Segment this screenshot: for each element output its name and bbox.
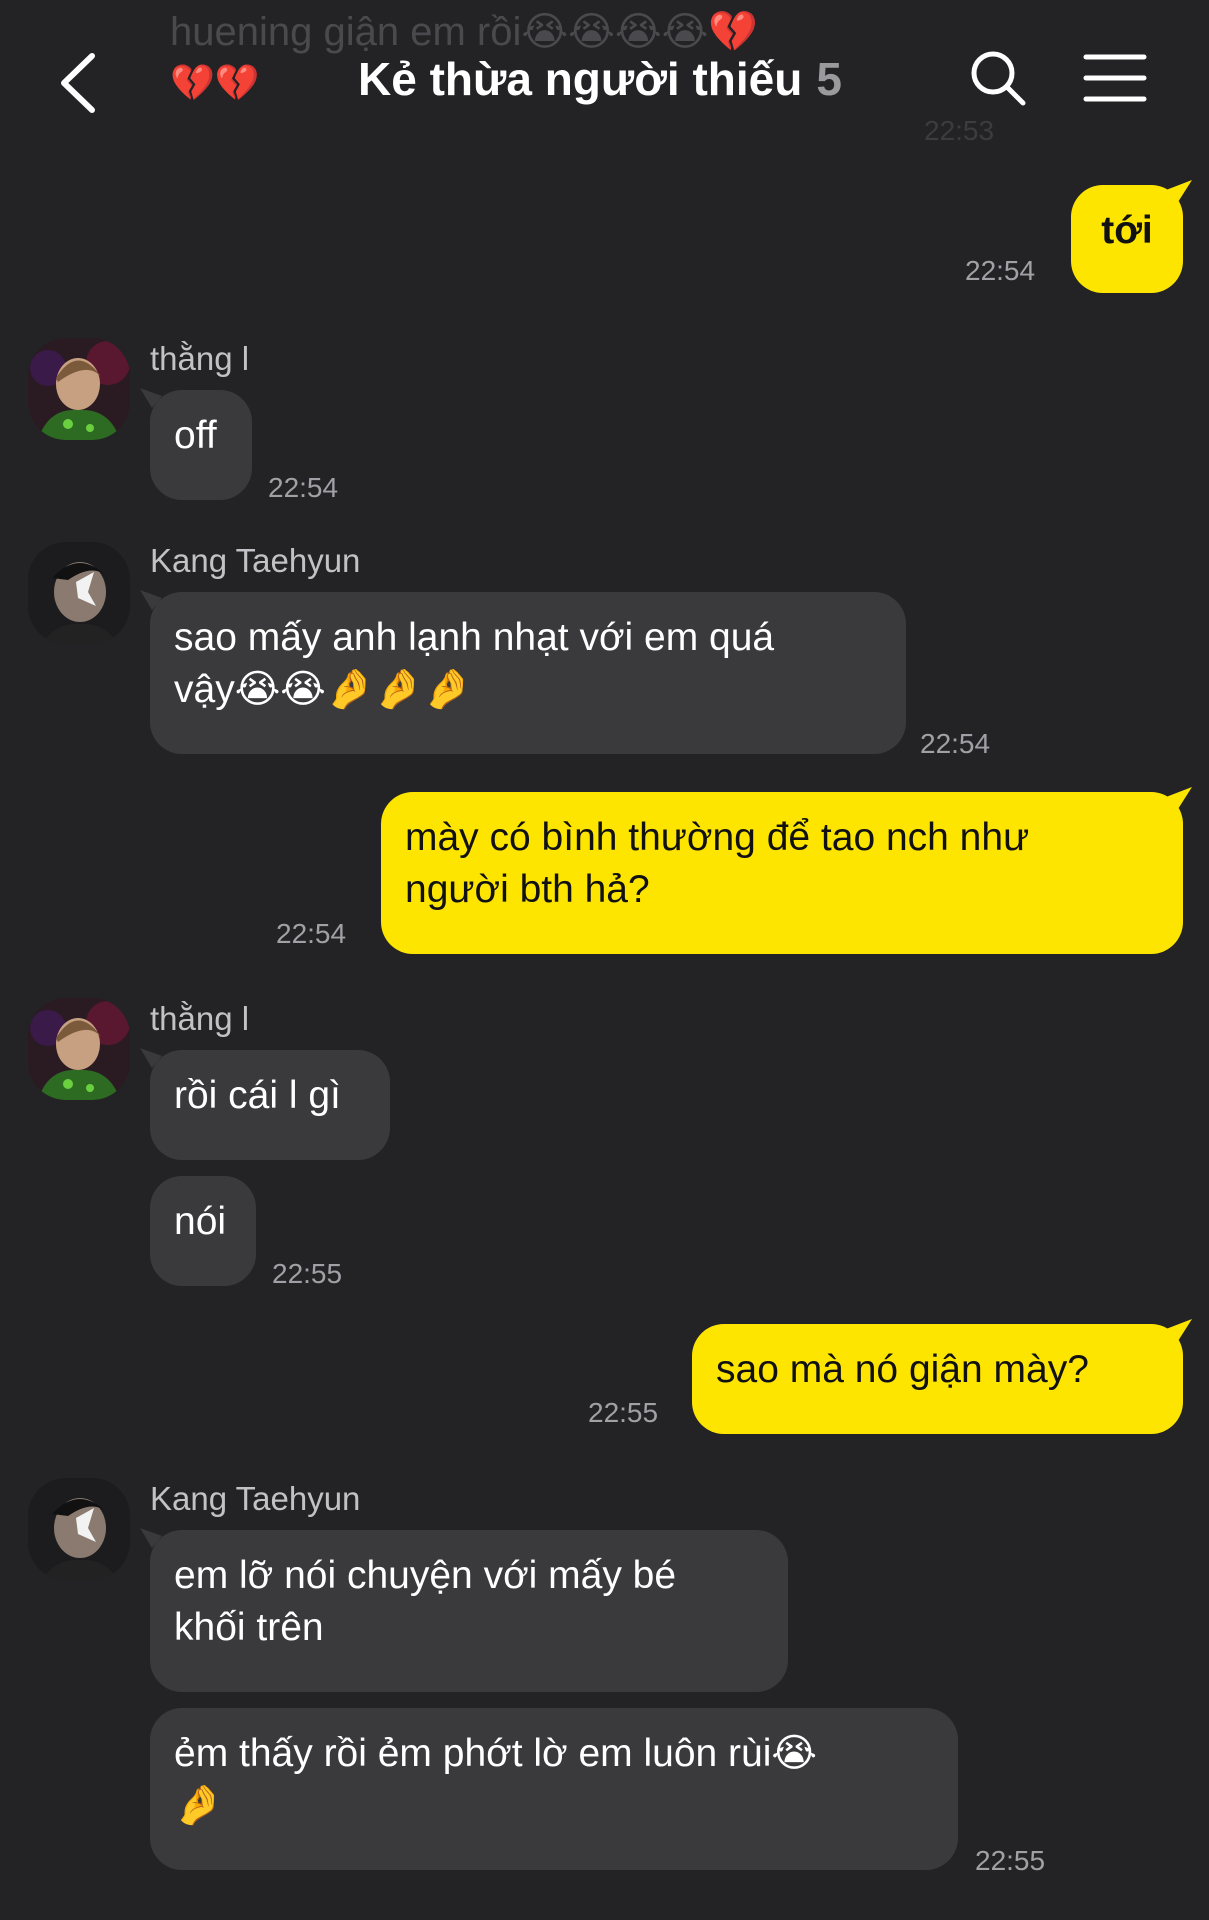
message-time: 22:54 — [920, 728, 991, 759]
message-text: rồi cái l gì — [174, 1074, 341, 1117]
outgoing-message-bubble[interactable]: sao mà nó giận mày? — [692, 1324, 1183, 1434]
message-text: sao mà nó giận mày? — [716, 1348, 1089, 1391]
bubble-tail-icon — [1166, 180, 1192, 202]
avatar[interactable] — [28, 1478, 130, 1580]
message-text: tới — [1101, 209, 1153, 252]
incoming-message-bubble[interactable]: em lỡ nói chuyện với mấy bé khối trên — [150, 1530, 788, 1692]
member-count: 5 — [816, 53, 842, 105]
sender-name: thằng l — [150, 1000, 250, 1037]
incoming-message-bubble[interactable]: off — [150, 390, 252, 500]
incoming-message-bubble[interactable]: nói — [150, 1176, 256, 1286]
hamburger-menu-icon — [1083, 54, 1147, 102]
outgoing-message-bubble[interactable]: mày có bình thường để tao nch như người … — [381, 792, 1183, 954]
avatar-image — [28, 542, 130, 644]
avatar[interactable] — [28, 998, 130, 1100]
message-time: 22:54 — [276, 918, 347, 949]
message-text-line: sao mấy anh lạnh nhạt với em quá — [174, 616, 775, 659]
back-button[interactable] — [52, 48, 112, 118]
chat-title: Kẻ thừa người thiếu 5 — [300, 52, 900, 112]
message-text: nói — [174, 1200, 227, 1243]
group-name: Kẻ thừa người thiếu — [358, 53, 803, 105]
bubble-tail-icon — [140, 388, 162, 408]
bubble-tail-icon — [140, 1048, 162, 1068]
incoming-message-bubble[interactable]: sao mấy anh lạnh nhạt với em quá vậy😭😭🤌🤌… — [150, 592, 906, 754]
message-text-line: người bth hả? — [405, 868, 650, 911]
incoming-message-bubble[interactable]: rồi cái l gì — [150, 1050, 390, 1160]
chevron-left-icon — [61, 53, 95, 113]
message-time: 22:55 — [975, 1845, 1046, 1876]
avatar-image — [28, 338, 130, 440]
message-text-line: mày có bình thường để tao nch như — [405, 816, 1030, 859]
sender-name: thằng l — [150, 340, 250, 377]
menu-button[interactable] — [1083, 52, 1147, 104]
message-text-line: khối trên — [174, 1606, 324, 1649]
message-text-line: em lỡ nói chuyện với mấy bé — [174, 1554, 677, 1597]
search-icon — [971, 51, 1026, 106]
message-text: off — [174, 414, 217, 457]
avatar-image — [28, 1478, 130, 1580]
sender-name: Kang Taehyun — [150, 1480, 361, 1517]
message-time: 22:54 — [268, 472, 339, 503]
message-time: 22:54 — [965, 255, 1036, 286]
message-text-line: 🤌 — [174, 1784, 223, 1827]
bubble-tail-icon — [140, 590, 162, 610]
chat-header: Kẻ thừa người thiếu 5 — [0, 0, 1209, 165]
incoming-message-bubble[interactable]: ẻm thấy rồi ẻm phớt lờ em luôn rùi😭 🤌 — [150, 1708, 958, 1870]
bubble-tail-icon — [1166, 787, 1192, 809]
chat-screen: huening giận em rồi😭😭😭😭💔 💔💔 22:53 Kẻ thừ… — [0, 0, 1209, 1920]
sender-name: Kang Taehyun — [150, 542, 361, 579]
bubble-tail-icon — [140, 1528, 162, 1548]
search-button[interactable] — [968, 48, 1028, 108]
bubble-tail-icon — [1166, 1319, 1192, 1341]
avatar-image — [28, 998, 130, 1100]
avatar[interactable] — [28, 338, 130, 440]
message-time: 22:55 — [272, 1258, 343, 1289]
message-time: 22:55 — [588, 1397, 659, 1428]
avatar[interactable] — [28, 542, 130, 644]
message-text-line: vậy😭😭🤌🤌🤌 — [174, 668, 472, 711]
message-text-line: ẻm thấy rồi ẻm phớt lờ em luôn rùi😭 — [174, 1732, 817, 1775]
